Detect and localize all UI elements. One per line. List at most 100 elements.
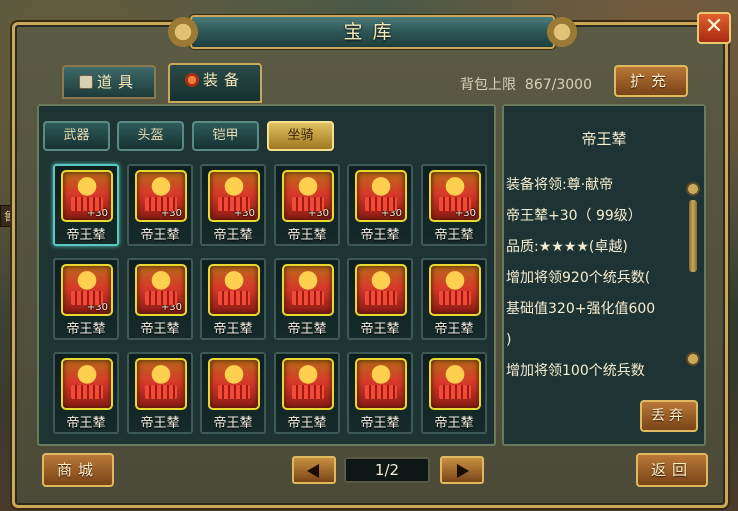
item-name: 帝王辇 [287,322,327,337]
item-enhance-level: +30 [86,208,108,219]
mount-item-icon: +30 [355,170,407,222]
mount-item-icon [355,358,407,410]
equipment-grid-panel: 武器 头盔 铠甲 坐骑 +30 帝王辇 +30 帝王辇 +30 帝王辇 +30 帝王辇 +30 帝… [37,104,496,446]
item-name: 帝王辇 [360,228,400,243]
item-name: 帝王辇 [140,228,180,243]
item-slot[interactable]: +30 帝王辇 [421,164,487,246]
mount-item-icon: +30 [282,170,334,222]
item-name: 帝王辇 [66,228,106,243]
item-enhance-level: +30 [160,302,182,313]
item-name: 帝王辇 [213,322,253,337]
item-name: 帝王辇 [66,416,106,431]
scroll-thumb[interactable] [689,200,697,272]
items-tab-icon [78,75,93,89]
expand-button[interactable]: 扩充 [614,65,688,97]
item-slot[interactable]: 帝王辇 [274,258,340,340]
item-slot[interactable]: 帝王辇 [347,352,413,434]
shop-button[interactable]: 商城 [42,453,114,487]
subtab-armor[interactable]: 铠甲 [192,121,259,151]
item-slot[interactable]: +30 帝王辇 [53,164,119,246]
item-enhance-level: +30 [380,208,402,219]
tab-equipment[interactable]: 装备 [168,63,262,103]
page-indicator: 1/2 [344,457,430,483]
tab-items[interactable]: 道具 [62,65,156,99]
subtab-weapon[interactable]: 武器 [43,121,110,151]
scroll-down-icon[interactable] [686,352,700,366]
mount-item-icon [135,358,187,410]
info-line: 帝王辇+30（ 99级） [506,208,642,224]
item-enhance-level: +30 [454,208,476,219]
item-slot[interactable]: 帝王辇 [200,258,266,340]
tab-items-label: 道具 [96,73,139,91]
mount-item-icon [61,358,113,410]
item-slot[interactable]: 帝王辇 [200,352,266,434]
window-title: 宝库 [343,21,402,43]
mount-item-icon [282,358,334,410]
discard-button[interactable]: 丢弃 [640,400,698,432]
mount-item-icon [429,358,481,410]
mount-item-icon [208,264,260,316]
info-line: 增加将领920个统兵数( [506,270,651,286]
item-name: 帝王辇 [66,322,106,337]
item-slot[interactable]: 帝王辇 [53,352,119,434]
item-name: 帝王辇 [287,228,327,243]
bag-capacity-label: 背包上限 [460,77,516,93]
item-slot[interactable]: +30 帝王辇 [347,164,413,246]
item-enhance-level: +30 [86,302,108,313]
info-line: ) [506,332,512,348]
prev-page-icon[interactable] [292,456,336,484]
close-button[interactable]: ✕ [697,12,731,44]
item-name: 帝王辇 [140,322,180,337]
mount-item-icon: +30 [135,264,187,316]
item-name: 帝王辇 [213,416,253,431]
mount-item-icon [355,264,407,316]
item-slot[interactable]: +30 帝王辇 [53,258,119,340]
next-page-icon[interactable] [440,456,484,484]
item-enhance-level: +30 [160,208,182,219]
info-scrollbar[interactable] [686,182,700,366]
info-line: 品质:★★★★(卓越) [506,239,628,255]
info-line: 装备将领:尊·献帝 [506,177,614,193]
item-name: 帝王辇 [213,228,253,243]
back-button[interactable]: 返回 [636,453,708,487]
mount-item-icon: +30 [208,170,260,222]
item-slot[interactable]: +30 帝王辇 [200,164,266,246]
tab-equipment-label: 装备 [202,71,245,89]
info-line: 基础值320+强化值600 [506,301,656,317]
item-slot[interactable]: +30 帝王辇 [274,164,340,246]
item-info-text: 装备将领:尊·献帝 帝王辇+30（ 99级） 品质:★★★★(卓越) 增加将领9… [506,170,686,387]
item-name: 帝王辇 [140,416,180,431]
item-slot[interactable]: 帝王辇 [274,352,340,434]
item-slot[interactable]: +30 帝王辇 [127,164,193,246]
title-bar: 宝库 [166,11,579,53]
mount-item-icon: +30 [61,264,113,316]
item-info-panel: 帝王辇 装备将领:尊·献帝 帝王辇+30（ 99级） 品质:★★★★(卓越) 增… [502,104,706,446]
close-icon: ✕ [704,14,724,39]
item-enhance-level: +30 [307,208,329,219]
mount-item-icon: +30 [61,170,113,222]
item-name: 帝王辇 [360,322,400,337]
mount-item-icon [429,264,481,316]
item-name: 帝王辇 [360,416,400,431]
subtab-mount[interactable]: 坐骑 [267,121,334,151]
item-slot[interactable]: 帝王辇 [347,258,413,340]
bag-capacity: 背包上限 867/3000 [460,74,592,94]
item-slot[interactable]: 帝王辇 [421,352,487,434]
info-line: 增加将领100个统兵数 [506,363,645,379]
item-slot[interactable]: 帝王辇 [127,352,193,434]
subtab-helmet[interactable]: 头盔 [117,121,184,151]
mount-item-icon [208,358,260,410]
mount-item-icon [282,264,334,316]
item-name: 帝王辇 [287,416,327,431]
item-name: 帝王辇 [434,416,474,431]
scroll-up-icon[interactable] [686,182,700,196]
equip-tab-icon [184,73,199,87]
item-slot[interactable]: 帝王辇 [421,258,487,340]
item-name: 帝王辇 [434,322,474,337]
item-enhance-level: +30 [233,208,255,219]
item-name: 帝王辇 [434,228,474,243]
item-info-title: 帝王辇 [581,130,627,148]
item-slot[interactable]: +30 帝王辇 [127,258,193,340]
mount-item-icon: +30 [429,170,481,222]
mount-item-icon: +30 [135,170,187,222]
